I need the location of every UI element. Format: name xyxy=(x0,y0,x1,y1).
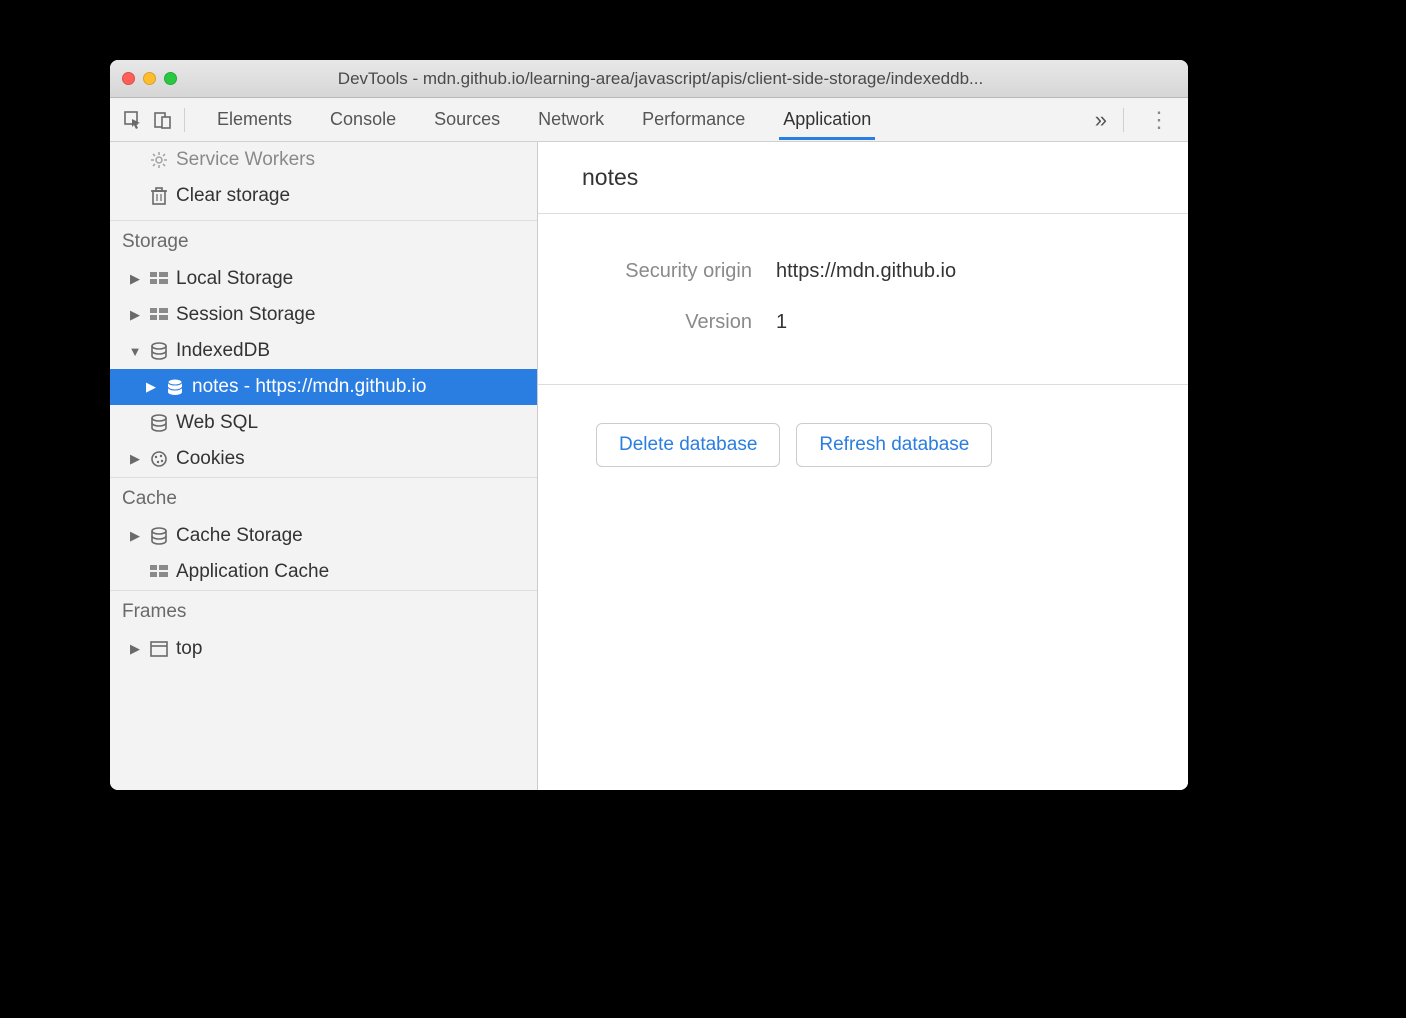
property-row-version: Version 1 xyxy=(562,297,1164,348)
application-section: ▶ Service Workers ▶ Clear storage xyxy=(110,142,537,220)
chevron-right-icon: ▶ xyxy=(144,379,158,395)
tab-network[interactable]: Network xyxy=(534,99,608,140)
database-icon xyxy=(148,414,170,432)
chevron-right-icon: ▶ xyxy=(128,528,142,544)
section-header-frames: Frames xyxy=(110,590,537,631)
grid-icon xyxy=(148,308,170,322)
refresh-database-button[interactable]: Refresh database xyxy=(796,423,992,467)
device-toolbar-icon[interactable] xyxy=(150,107,176,133)
window-title: DevTools - mdn.github.io/learning-area/j… xyxy=(145,69,1176,89)
section-header-cache: Cache xyxy=(110,477,537,518)
devtools-toolbar: Elements Console Sources Network Perform… xyxy=(110,98,1188,142)
sidebar-item-session-storage[interactable]: ▶ Session Storage xyxy=(110,297,537,333)
frame-icon xyxy=(148,641,170,657)
application-sidebar: ▶ Service Workers ▶ Clear storage Storag… xyxy=(110,142,538,790)
cookie-icon xyxy=(148,450,170,468)
sidebar-item-label: Web SQL xyxy=(176,412,258,434)
window-titlebar: DevTools - mdn.github.io/learning-area/j… xyxy=(110,60,1188,98)
devtools-tabs: Elements Console Sources Network Perform… xyxy=(201,99,1083,140)
sidebar-item-cache-storage[interactable]: ▶ Cache Storage xyxy=(110,518,537,554)
detail-actions: Delete database Refresh database xyxy=(538,385,1188,505)
grid-icon xyxy=(148,272,170,286)
sidebar-item-label: top xyxy=(176,638,202,660)
detail-properties: Security origin https://mdn.github.io Ve… xyxy=(538,214,1188,385)
section-header-storage: Storage xyxy=(110,220,537,261)
close-window-button[interactable] xyxy=(122,72,135,85)
sidebar-item-label: Session Storage xyxy=(176,304,315,326)
sidebar-item-indexeddb[interactable]: ▼ IndexedDB xyxy=(110,333,537,369)
gear-icon xyxy=(148,150,170,170)
chevron-right-icon: ▶ xyxy=(128,451,142,467)
toolbar-separator xyxy=(1123,108,1124,132)
sidebar-item-service-workers[interactable]: ▶ Service Workers xyxy=(110,142,537,178)
devtools-window: DevTools - mdn.github.io/learning-area/j… xyxy=(110,60,1188,790)
sidebar-item-application-cache[interactable]: ▶ Application Cache xyxy=(110,554,537,590)
database-icon xyxy=(148,342,170,360)
sidebar-item-frames-top[interactable]: ▶ top xyxy=(110,631,537,667)
sidebar-item-label: Application Cache xyxy=(176,561,329,583)
sidebar-item-local-storage[interactable]: ▶ Local Storage xyxy=(110,261,537,297)
tab-performance[interactable]: Performance xyxy=(638,99,749,140)
database-icon xyxy=(148,527,170,545)
sidebar-item-clear-storage[interactable]: ▶ Clear storage xyxy=(110,178,537,214)
sidebar-item-web-sql[interactable]: ▶ Web SQL xyxy=(110,405,537,441)
chevron-right-icon: ▶ xyxy=(128,271,142,287)
tab-elements[interactable]: Elements xyxy=(213,99,296,140)
property-key: Version xyxy=(562,311,752,334)
tab-sources[interactable]: Sources xyxy=(430,99,504,140)
delete-database-button[interactable]: Delete database xyxy=(596,423,780,467)
sidebar-item-label: Local Storage xyxy=(176,268,293,290)
sidebar-item-label: IndexedDB xyxy=(176,340,270,362)
chevron-down-icon: ▼ xyxy=(128,344,142,359)
more-menu-icon[interactable]: ⋮ xyxy=(1140,107,1178,133)
property-key: Security origin xyxy=(562,260,752,283)
sidebar-item-indexeddb-notes[interactable]: ▶ notes - https://mdn.github.io xyxy=(110,369,537,405)
sidebar-item-label: Cookies xyxy=(176,448,245,470)
sidebar-item-label: Cache Storage xyxy=(176,525,303,547)
property-value: 1 xyxy=(776,311,787,334)
detail-panel: notes Security origin https://mdn.github… xyxy=(538,142,1188,790)
main-area: ▶ Service Workers ▶ Clear storage Storag… xyxy=(110,142,1188,790)
sidebar-item-cookies[interactable]: ▶ Cookies xyxy=(110,441,537,477)
sidebar-item-label: notes - https://mdn.github.io xyxy=(192,376,426,398)
grid-icon xyxy=(148,565,170,579)
inspect-element-icon[interactable] xyxy=(120,107,146,133)
database-icon xyxy=(164,378,186,396)
property-row-security-origin: Security origin https://mdn.github.io xyxy=(562,246,1164,297)
sidebar-item-label: Service Workers xyxy=(176,149,315,171)
detail-title: notes xyxy=(538,142,1188,214)
tab-console[interactable]: Console xyxy=(326,99,400,140)
chevron-right-icon: ▶ xyxy=(128,641,142,657)
property-value: https://mdn.github.io xyxy=(776,260,956,283)
sidebar-item-label: Clear storage xyxy=(176,185,290,207)
trash-icon xyxy=(148,186,170,206)
toolbar-separator xyxy=(184,108,185,132)
tabs-overflow-icon[interactable]: » xyxy=(1087,107,1115,133)
chevron-right-icon: ▶ xyxy=(128,307,142,323)
tab-application[interactable]: Application xyxy=(779,99,875,140)
